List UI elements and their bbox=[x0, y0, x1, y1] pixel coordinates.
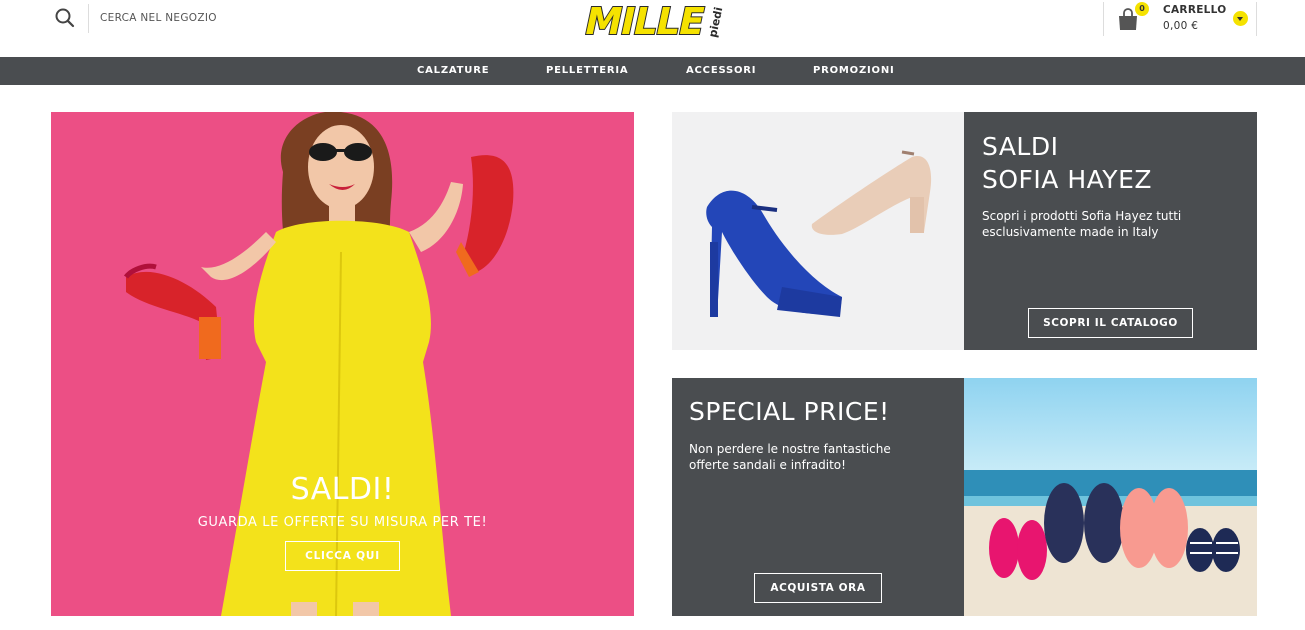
search-input[interactable] bbox=[100, 8, 300, 28]
special-price-panel: SPECIAL PRICE! Non perdere le nostre fan… bbox=[672, 378, 964, 616]
hero-subtitle: GUARDA LE OFFERTE SU MISURA PER TE! bbox=[197, 515, 488, 530]
nav-item-promozioni[interactable]: PROMOZIONI bbox=[813, 57, 895, 85]
special-price-title: SPECIAL PRICE! bbox=[689, 397, 890, 426]
flip-flops-image[interactable] bbox=[964, 378, 1257, 616]
cart-widget[interactable]: 0 CARRELLO 0,00 € bbox=[1103, 2, 1257, 36]
site-header: MILLE piedi 0 CARRELLO 0,00 € bbox=[0, 0, 1305, 57]
cart-count-badge: 0 bbox=[1135, 2, 1149, 16]
hero-title: SALDI! bbox=[290, 472, 395, 507]
catalog-button[interactable]: SCOPRI IL CATALOGO bbox=[1028, 308, 1193, 338]
site-logo[interactable]: MILLE piedi bbox=[578, 0, 728, 42]
sandals-image[interactable] bbox=[672, 112, 964, 350]
promo-title-line1: SALDI bbox=[982, 132, 1059, 161]
promo-title-line2: SOFIA HAYEZ bbox=[982, 165, 1153, 194]
svg-text:piedi: piedi bbox=[706, 6, 725, 39]
cart-amount: 0,00 € bbox=[1163, 20, 1199, 32]
cart-label: CARRELLO bbox=[1163, 4, 1227, 16]
nav-item-calzature[interactable]: CALZATURE bbox=[417, 57, 489, 85]
nav-item-pelletteria[interactable]: PELLETTERIA bbox=[546, 57, 628, 85]
hero-cta-button[interactable]: CLICCA QUI bbox=[285, 541, 400, 571]
sandals-photo bbox=[672, 112, 964, 350]
buy-now-button[interactable]: ACQUISTA ORA bbox=[754, 573, 882, 603]
main-nav: CALZATURE PELLETTERIA ACCESSORI PROMOZIO… bbox=[0, 57, 1305, 85]
promo-description: Scopri i prodotti Sofia Hayez tutti escl… bbox=[982, 209, 1182, 239]
search-divider bbox=[88, 4, 89, 33]
svg-text:MILLE: MILLE bbox=[581, 0, 708, 42]
sofia-hayez-panel: SALDI SOFIA HAYEZ Scopri i prodotti Sofi… bbox=[964, 112, 1257, 350]
cart-divider bbox=[1256, 2, 1257, 36]
search-icon[interactable] bbox=[54, 7, 76, 29]
hero-banner[interactable]: SALDI! GUARDA LE OFFERTE SU MISURA PER T… bbox=[51, 112, 634, 616]
special-price-description: Non perdere le nostre fantastiche offert… bbox=[689, 442, 891, 472]
chevron-down-icon[interactable] bbox=[1233, 11, 1248, 26]
nav-item-accessori[interactable]: ACCESSORI bbox=[686, 57, 756, 85]
beach-photo bbox=[964, 378, 1257, 616]
cart-divider bbox=[1103, 2, 1104, 36]
